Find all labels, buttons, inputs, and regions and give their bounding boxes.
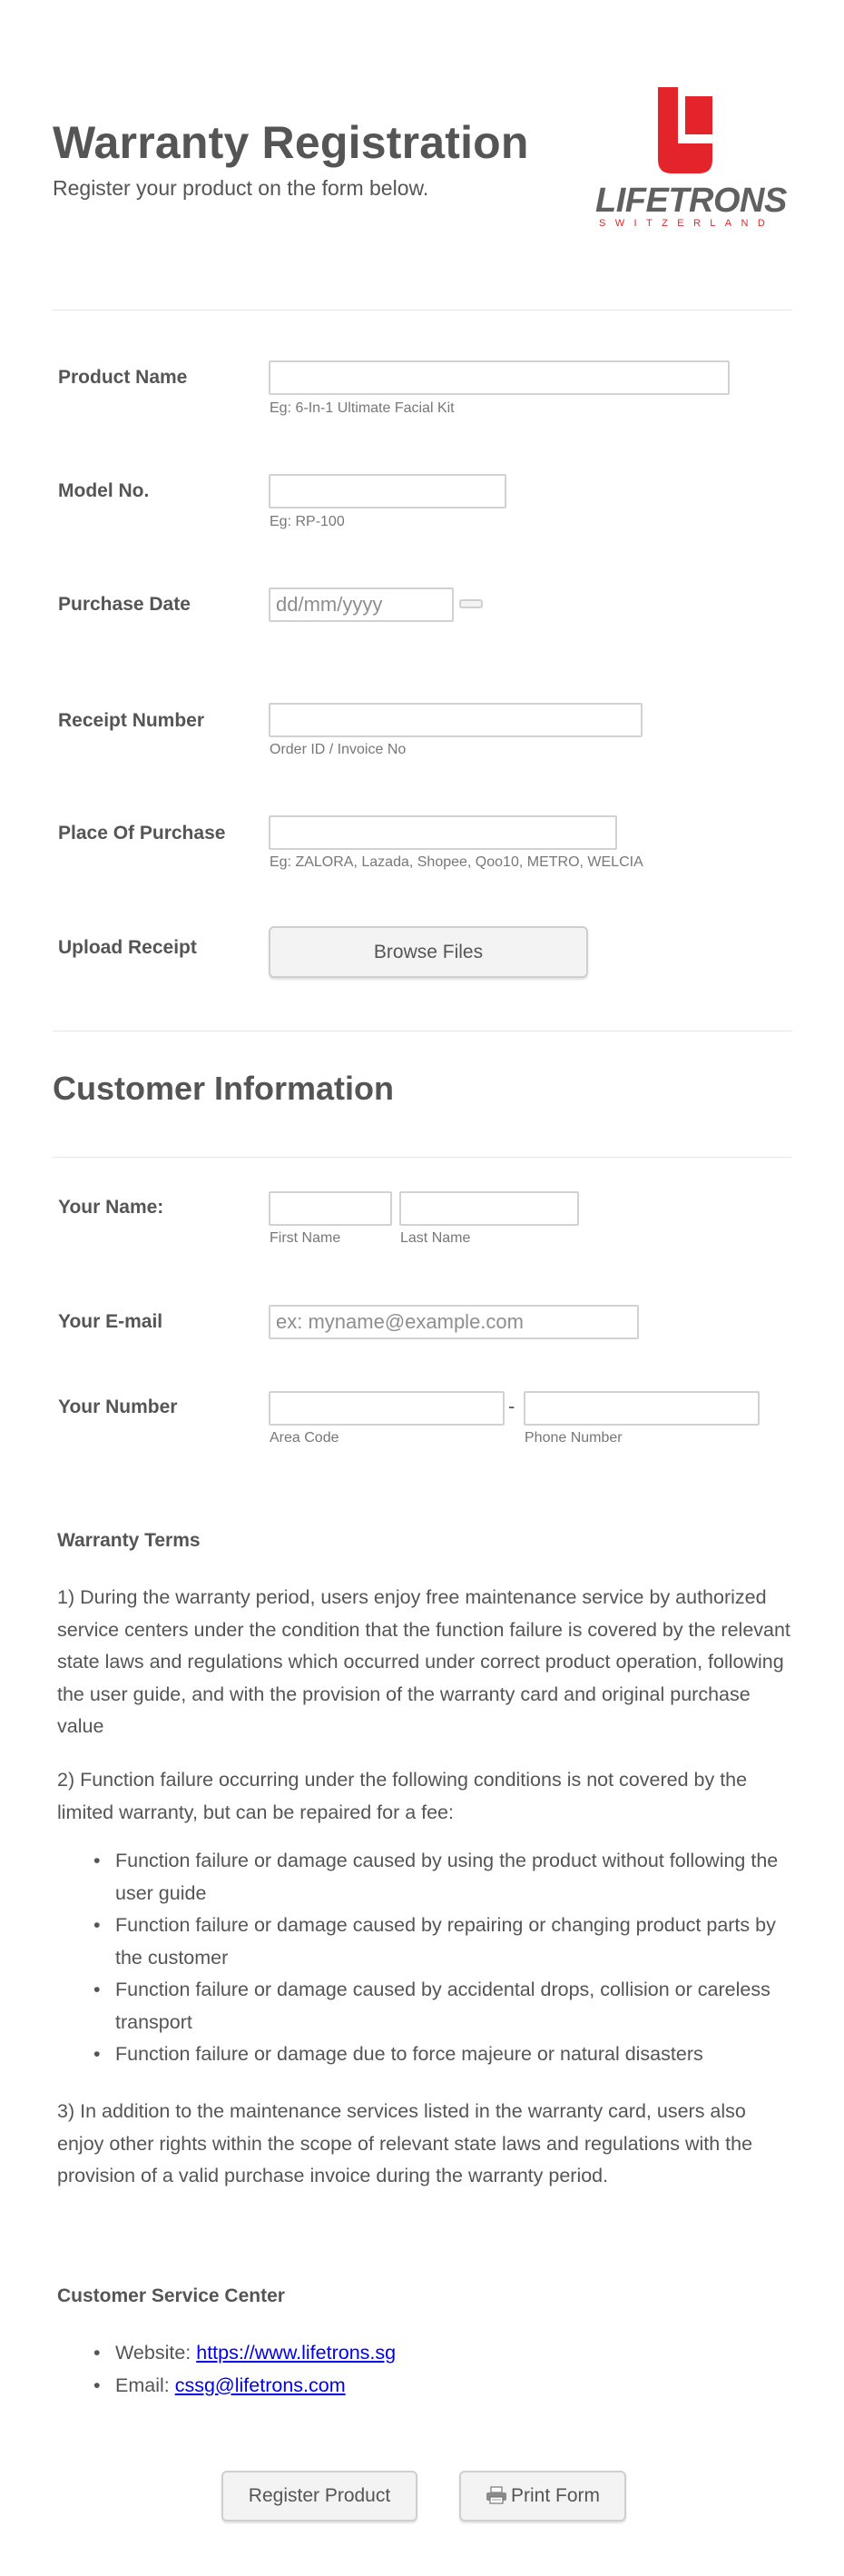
logo-tagline: SWITZERLAND bbox=[599, 218, 775, 229]
terms-paragraph-1: 1) During the warranty period, users enj… bbox=[57, 1586, 790, 1737]
terms-paragraph-3: 3) In addition to the maintenance servic… bbox=[57, 2100, 753, 2186]
receipt-number-label: Receipt Number bbox=[58, 710, 205, 731]
purchase-date-input[interactable] bbox=[269, 587, 454, 622]
first-name-input[interactable] bbox=[269, 1191, 392, 1226]
phone-number-hint: Phone Number bbox=[525, 1430, 623, 1446]
model-no-label: Model No. bbox=[58, 480, 150, 501]
receipt-number-hint: Order ID / Invoice No bbox=[270, 742, 407, 757]
logo-wordmark: LIFETRONS bbox=[595, 182, 787, 220]
page-title: Warranty Registration bbox=[53, 117, 529, 168]
print-form-button[interactable]: Print Form bbox=[459, 2471, 626, 2522]
place-of-purchase-hint: Eg: ZALORA, Lazada, Shopee, Qoo10, METRO… bbox=[270, 854, 643, 870]
list-item: Function failure or damage caused by usi… bbox=[57, 1845, 792, 1910]
list-item: Function failure or damage due to force … bbox=[57, 2038, 792, 2071]
calendar-icon[interactable] bbox=[459, 599, 483, 608]
lifetrons-logo-icon bbox=[658, 87, 712, 173]
your-email-label: Your E-mail bbox=[58, 1311, 163, 1332]
area-code-hint: Area Code bbox=[270, 1430, 339, 1446]
place-of-purchase-input[interactable] bbox=[269, 815, 617, 850]
place-of-purchase-label: Place Of Purchase bbox=[58, 823, 226, 844]
header-divider bbox=[53, 310, 792, 311]
print-form-label: Print Form bbox=[510, 2485, 600, 2506]
receipt-number-input[interactable] bbox=[269, 703, 643, 737]
model-no-hint: Eg: RP-100 bbox=[270, 514, 345, 529]
your-name-label: Your Name: bbox=[58, 1197, 164, 1218]
email-label: Email: bbox=[115, 2374, 175, 2396]
printer-icon bbox=[486, 2486, 506, 2504]
area-code-input[interactable] bbox=[269, 1391, 505, 1426]
upload-receipt-label: Upload Receipt bbox=[58, 937, 197, 958]
browse-files-button[interactable]: Browse Files bbox=[269, 926, 588, 978]
terms-paragraph-2: 2) Function failure occurring under the … bbox=[57, 1769, 748, 1823]
phone-number-input[interactable] bbox=[524, 1391, 760, 1426]
email-link[interactable]: cssg@lifetrons.com bbox=[175, 2374, 346, 2396]
register-product-button[interactable]: Register Product bbox=[221, 2471, 417, 2522]
product-name-hint: Eg: 6-In-1 Ultimate Facial Kit bbox=[270, 400, 455, 416]
website-link[interactable]: https://www.lifetrons.sg bbox=[196, 2342, 396, 2364]
list-item: Website: https://www.lifetrons.sg bbox=[57, 2337, 792, 2370]
last-name-hint: Last Name bbox=[400, 1230, 471, 1246]
website-label: Website: bbox=[115, 2342, 197, 2364]
purchase-date-label: Purchase Date bbox=[58, 594, 191, 615]
last-name-input[interactable] bbox=[399, 1191, 579, 1226]
customer-info-heading: Customer Information bbox=[53, 1070, 395, 1107]
phone-separator: - bbox=[508, 1395, 515, 1417]
page-subtitle: Register your product on the form below. bbox=[53, 176, 429, 200]
service-center-heading: Customer Service Center bbox=[57, 2285, 285, 2306]
product-name-label: Product Name bbox=[58, 367, 188, 388]
terms-exclusions-list: Function failure or damage caused by usi… bbox=[57, 1845, 792, 2071]
service-center-list: Website: https://www.lifetrons.sg Email:… bbox=[57, 2337, 792, 2402]
product-name-input[interactable] bbox=[269, 360, 730, 395]
customer-divider bbox=[53, 1157, 792, 1158]
model-no-input[interactable] bbox=[269, 474, 506, 508]
email-input[interactable] bbox=[269, 1305, 639, 1339]
list-item: Function failure or damage caused by rep… bbox=[57, 1910, 792, 1974]
your-number-label: Your Number bbox=[58, 1397, 178, 1417]
first-name-hint: First Name bbox=[270, 1230, 341, 1246]
list-item: Email: cssg@lifetrons.com bbox=[57, 2370, 792, 2403]
list-item: Function failure or damage caused by acc… bbox=[57, 1974, 792, 2038]
warranty-terms-heading: Warranty Terms bbox=[57, 1530, 201, 1551]
